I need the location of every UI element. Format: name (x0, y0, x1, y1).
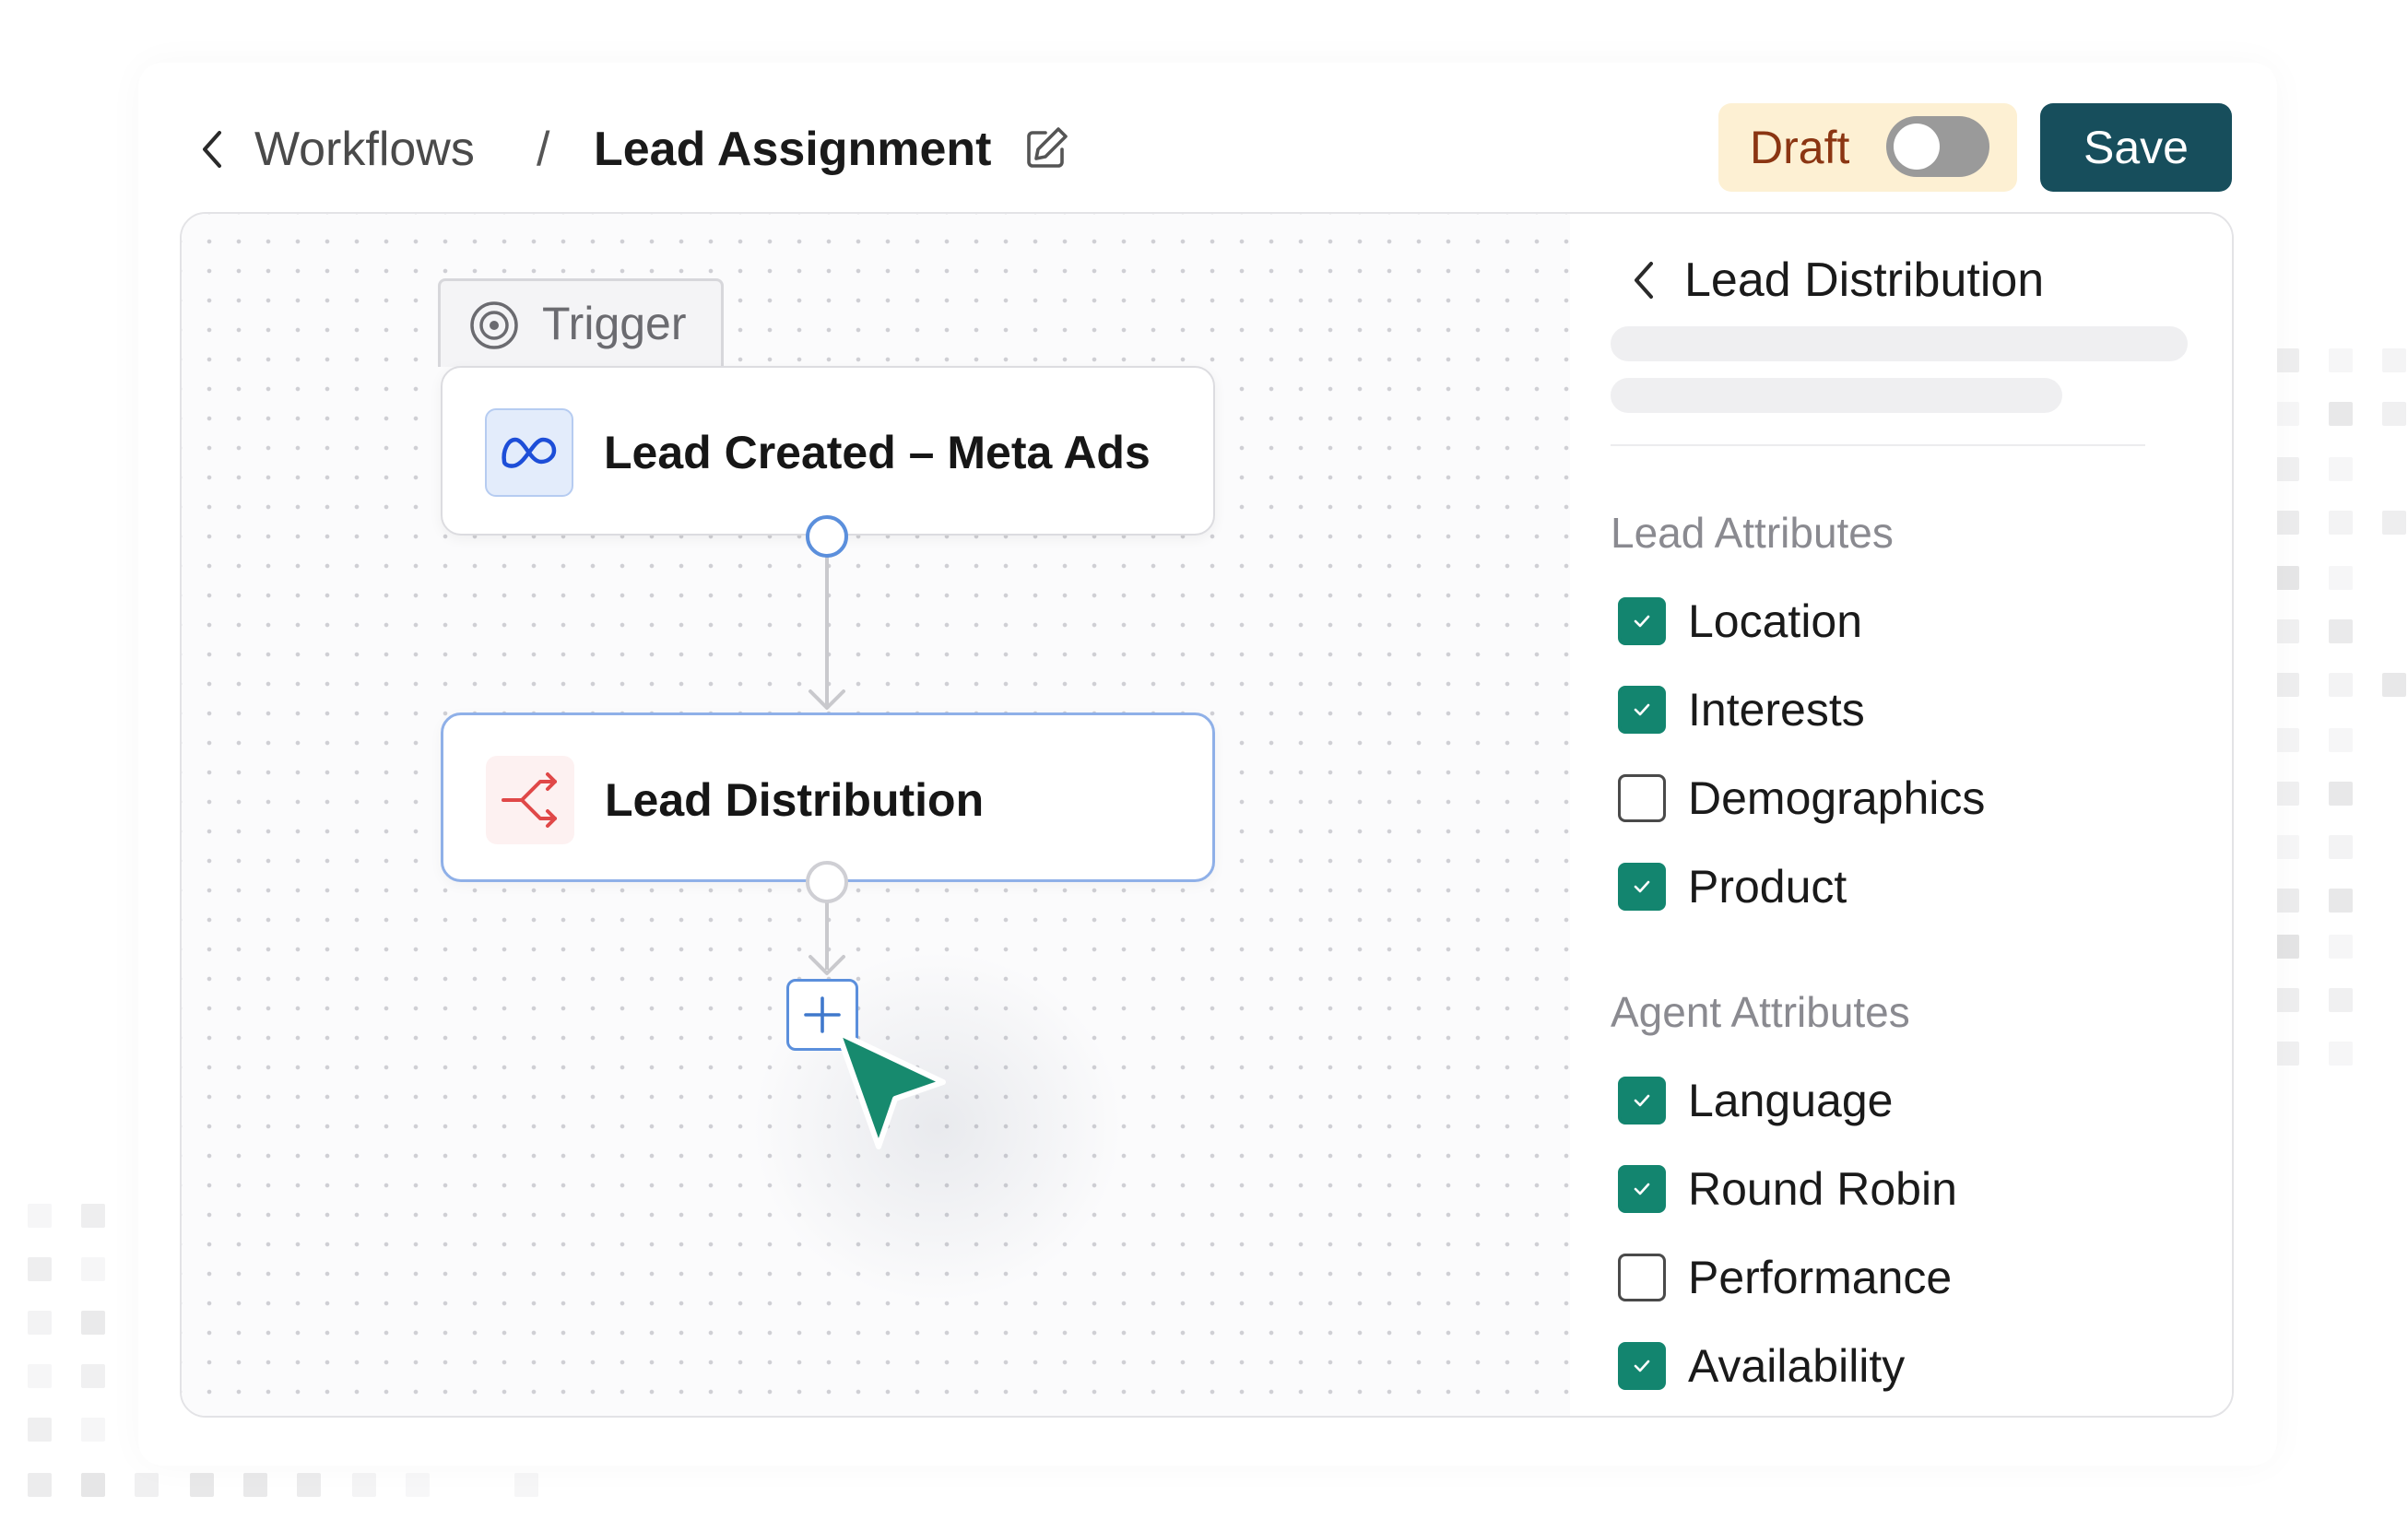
panel-title: Lead Distribution (1684, 253, 2045, 307)
action-node-lead-distribution[interactable]: Lead Distribution (441, 712, 1215, 882)
target-icon (470, 301, 518, 349)
check-icon (1634, 1183, 1650, 1195)
panel-back-button[interactable] (1625, 251, 1662, 310)
checkbox-checked[interactable] (1618, 597, 1666, 645)
editor-frame: Trigger Lead Created – Meta Ads Lead Dis… (180, 212, 2234, 1418)
breadcrumb-workflows-link[interactable]: Workflows (254, 120, 475, 179)
cursor-arrow-icon (835, 1030, 946, 1149)
action-node-label: Lead Distribution (605, 774, 985, 826)
trigger-node-label: Lead Created – Meta Ads (604, 427, 1151, 478)
check-icon (1634, 703, 1650, 716)
node-settings-panel: Lead Distribution Lead Attributes Locati… (1570, 214, 2232, 1416)
checkbox-checked[interactable] (1618, 1342, 1666, 1390)
breadcrumb-separator: / (537, 123, 550, 176)
checkbox-checked[interactable] (1618, 1165, 1666, 1213)
trigger-tab: Trigger (438, 278, 724, 367)
draft-label: Draft (1750, 122, 1850, 173)
panel-divider (1611, 444, 2145, 446)
publish-toggle[interactable] (1886, 116, 1989, 177)
check-icon (1634, 880, 1650, 893)
checkbox-label: Interests (1688, 684, 1865, 736)
draft-status-control: Draft (1718, 103, 2017, 192)
lead-attributes-heading: Lead Attributes (1611, 509, 1894, 557)
save-button[interactable]: Save (2040, 103, 2232, 192)
checkbox-label: Demographics (1688, 772, 1986, 824)
workflow-title: Lead Assignment (594, 123, 992, 176)
edit-title-button[interactable] (1021, 122, 1073, 173)
loading-placeholder (1611, 326, 2188, 361)
chevron-left-icon (203, 131, 221, 168)
checkbox-label: Round Robin (1688, 1163, 1957, 1215)
trigger-tab-label: Trigger (542, 298, 687, 349)
connector-arrow-1 (809, 689, 845, 710)
pencil-edit-icon (1027, 127, 1068, 168)
checkbox-option[interactable]: Demographics (1618, 771, 1985, 826)
toggle-knob (1894, 124, 1940, 170)
checkbox-label: Location (1688, 595, 1863, 647)
checkbox-label: Product (1688, 861, 1847, 913)
checkbox-option[interactable]: Round Robin (1618, 1161, 1957, 1217)
checkbox-label: Performance (1688, 1252, 1953, 1303)
trigger-node-meta-ads[interactable]: Lead Created – Meta Ads (441, 366, 1215, 536)
back-button[interactable] (195, 127, 229, 171)
check-icon (1634, 1094, 1650, 1107)
checkbox-checked[interactable] (1618, 686, 1666, 734)
split-arrows-icon (486, 756, 574, 844)
checkbox-option[interactable]: Performance (1618, 1250, 1952, 1305)
checkbox-label: Language (1688, 1075, 1894, 1126)
checkbox-label: Availability (1688, 1340, 1906, 1392)
checkbox-checked[interactable] (1618, 1077, 1666, 1125)
checkbox-unchecked[interactable] (1618, 774, 1666, 822)
check-icon (1634, 615, 1650, 628)
chevron-left-icon (1635, 262, 1653, 299)
checkbox-option[interactable]: Product (1618, 859, 1847, 914)
connector-arrow-2 (809, 955, 845, 975)
checkbox-checked[interactable] (1618, 863, 1666, 911)
checkbox-option[interactable]: Availability (1618, 1338, 1905, 1394)
workflow-canvas[interactable]: Trigger Lead Created – Meta Ads Lead Dis… (182, 214, 1570, 1416)
meta-logo-icon (485, 408, 573, 497)
agent-attributes-heading: Agent Attributes (1611, 988, 1910, 1036)
checkbox-unchecked[interactable] (1618, 1254, 1666, 1301)
checkbox-option[interactable]: Interests (1618, 682, 1865, 737)
check-icon (1634, 1360, 1650, 1372)
checkbox-option[interactable]: Location (1618, 594, 1862, 649)
loading-placeholder (1611, 378, 2062, 413)
checkbox-option[interactable]: Language (1618, 1073, 1893, 1128)
